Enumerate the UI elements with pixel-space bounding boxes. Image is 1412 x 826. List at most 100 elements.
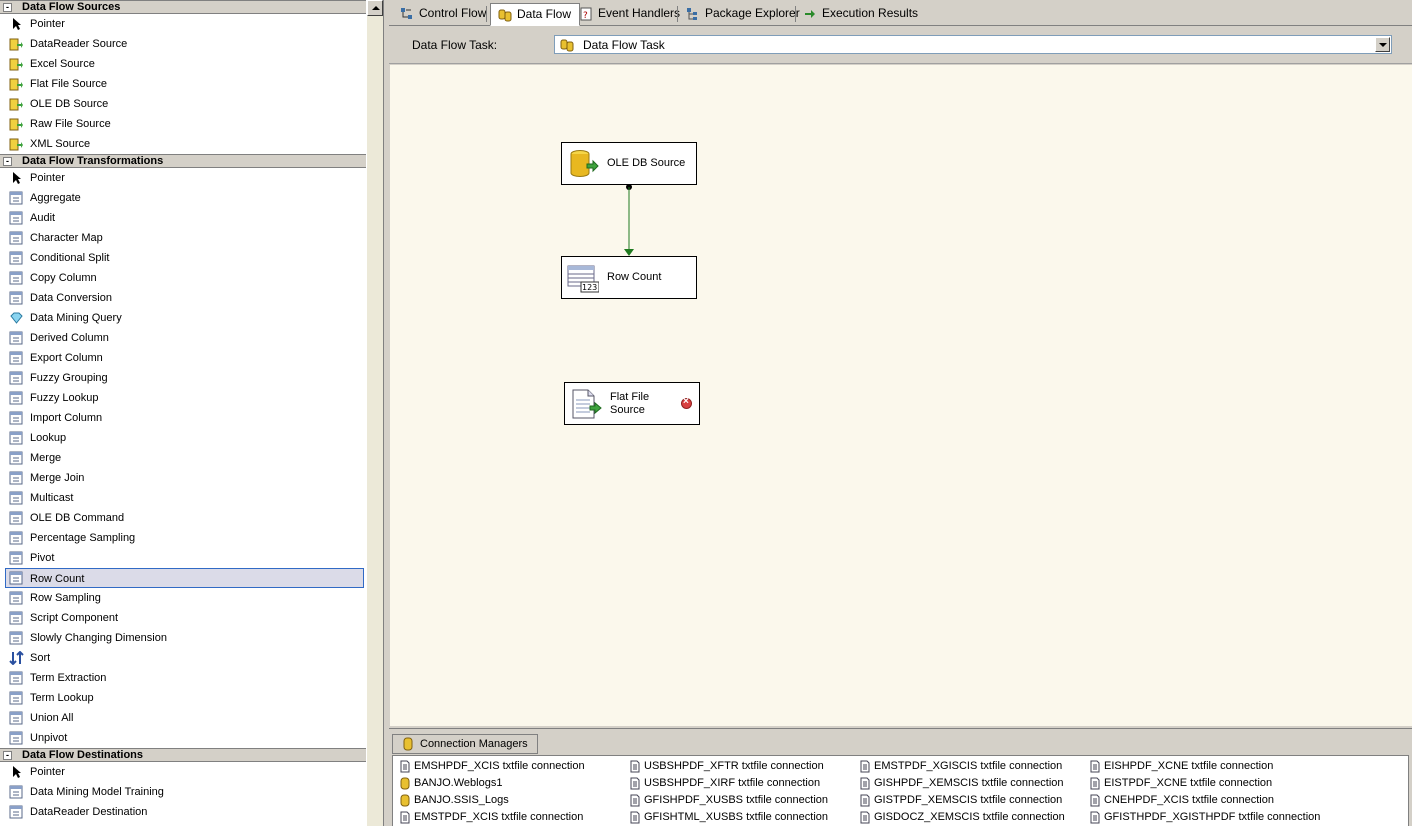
connection-managers-list[interactable]: EMSHPDF_XCIS txtfile connection BANJO.Web…: [392, 755, 1409, 826]
toolbox-item-slowly-changing-dimension[interactable]: Slowly Changing Dimension: [0, 628, 366, 648]
toolbox-item-term-extraction[interactable]: Term Extraction: [0, 668, 366, 688]
data-flow-task-value: Data Flow Task: [583, 38, 665, 52]
category-header-transformations[interactable]: - Data Flow Transformations: [0, 154, 366, 168]
component-label: Flat File Source: [610, 391, 650, 416]
chevron-down-icon[interactable]: [1375, 37, 1390, 52]
tab-event-handlers[interactable]: ? Event Handlers: [572, 3, 688, 25]
connection-manager-item[interactable]: BANJO.Weblogs1: [396, 775, 585, 792]
tab-execution-results[interactable]: Execution Results: [796, 3, 926, 25]
toolbox-item-excel-source[interactable]: Excel Source: [0, 54, 366, 74]
toolbox-item-row-count[interactable]: Row Count: [5, 568, 364, 588]
category-header-sources[interactable]: - Data Flow Sources: [0, 0, 366, 14]
toolbox-item-sort[interactable]: Sort: [0, 648, 366, 668]
path-connector[interactable]: [390, 65, 1412, 726]
tab-connection-managers[interactable]: Connection Managers: [392, 734, 538, 754]
connection-manager-item[interactable]: EMSTPDF_XGISCIS txtfile connection: [856, 758, 1065, 775]
toolbox-item-data-conversion[interactable]: Data Conversion: [0, 288, 366, 308]
toolbox-item-data-mining-query[interactable]: Data Mining Query: [0, 308, 366, 328]
connection-manager-item[interactable]: GISTPDF_XEMSCIS txtfile connection: [856, 792, 1065, 809]
toolbox-item-datareader-source[interactable]: DataReader Source: [0, 34, 366, 54]
toolbox-item-derived-column[interactable]: Derived Column: [0, 328, 366, 348]
connection-manager-label: USBSHPDF_XIRF txtfile connection: [644, 777, 821, 789]
category-label: Data Flow Destinations: [22, 749, 144, 761]
connection-manager-item[interactable]: BANJO.SSIS_Logs: [396, 792, 585, 809]
connection-manager-item[interactable]: EMSTPDF_XCIS txtfile connection: [396, 809, 585, 826]
connection-manager-item[interactable]: EMSHPDF_XCIS txtfile connection: [396, 758, 585, 775]
connection-manager-item[interactable]: GFISHPDF_XUSBS txtfile connection: [626, 792, 828, 809]
tab-control-flow[interactable]: Control Flow: [393, 3, 494, 25]
ole-db-source-component[interactable]: OLE DB Source: [561, 142, 697, 185]
data-flow-task-select[interactable]: Data Flow Task: [554, 35, 1392, 54]
ole-db-command-icon: [9, 511, 23, 525]
toolbox-item-flat-file-source[interactable]: Flat File Source: [0, 74, 366, 94]
connection-manager-label: USBSHPDF_XFTR txtfile connection: [644, 760, 824, 772]
collapse-icon[interactable]: -: [3, 3, 12, 12]
toolbox-item-export-column[interactable]: Export Column: [0, 348, 366, 368]
toolbox-item-xml-source[interactable]: XML Source: [0, 134, 366, 154]
toolbox-item-copy-column[interactable]: Copy Column: [0, 268, 366, 288]
tab-label: Data Flow: [517, 7, 572, 21]
toolbox-item-ole-db-command[interactable]: OLE DB Command: [0, 508, 366, 528]
connection-manager-item[interactable]: GISDOCZ_XEMSCIS txtfile connection: [856, 809, 1065, 826]
row-count-component[interactable]: 123 Row Count: [561, 256, 697, 299]
collapse-icon[interactable]: -: [3, 157, 12, 166]
toolbox-item-conditional-split[interactable]: Conditional Split: [0, 248, 366, 268]
database-connection-icon: [400, 794, 410, 807]
toolbox-item-row-sampling[interactable]: Row Sampling: [0, 588, 366, 608]
toolbox-item-data-mining-model-training[interactable]: Data Mining Model Training: [0, 782, 366, 802]
percentage-sampling-icon: [9, 531, 23, 545]
toolbox-item-pointer[interactable]: Pointer: [0, 762, 366, 782]
connection-manager-item[interactable]: EISHPDF_XCNE txtfile connection: [1086, 758, 1320, 775]
connection-manager-label: EISHPDF_XCNE txtfile connection: [1104, 760, 1274, 772]
toolbox-item-import-column[interactable]: Import Column: [0, 408, 366, 428]
connection-manager-label: CNEHPDF_XCIS txtfile connection: [1104, 794, 1274, 806]
toolbox-item-ole-db-source[interactable]: OLE DB Source: [0, 94, 366, 114]
toolbox-item-fuzzy-grouping[interactable]: Fuzzy Grouping: [0, 368, 366, 388]
tab-data-flow[interactable]: Data Flow: [490, 3, 581, 26]
error-icon[interactable]: [681, 396, 692, 409]
toolbox-item-multicast[interactable]: Multicast: [0, 488, 366, 508]
toolbox-item-percentage-sampling[interactable]: Percentage Sampling: [0, 528, 366, 548]
toolbox-item-character-map[interactable]: Character Map: [0, 228, 366, 248]
toolbox-item-label: Flat File Source: [30, 78, 108, 90]
toolbox-item-union-all[interactable]: Union All: [0, 708, 366, 728]
flat-file-source-component[interactable]: Flat File Source: [564, 382, 700, 425]
connection-manager-item[interactable]: EISTPDF_XCNE txtfile connection: [1086, 775, 1320, 792]
term-extraction-icon: [9, 671, 23, 685]
toolbox-scrollbar[interactable]: [366, 0, 383, 826]
tab-label: Event Handlers: [598, 6, 681, 20]
scroll-up-icon[interactable]: [367, 0, 383, 16]
toolbox-item-datareader-destination[interactable]: DataReader Destination: [0, 802, 366, 822]
tab-package-explorer[interactable]: Package Explorer: [679, 3, 808, 25]
flat-file-connection-icon: [630, 794, 640, 807]
toolbox-item-pivot[interactable]: Pivot: [0, 548, 366, 568]
toolbox-item-merge[interactable]: Merge: [0, 448, 366, 468]
toolbox-item-pointer[interactable]: Pointer: [0, 168, 366, 188]
toolbox-item-fuzzy-lookup[interactable]: Fuzzy Lookup: [0, 388, 366, 408]
toolbox-item-script-component[interactable]: Script Component: [0, 608, 366, 628]
data-mining-model-training-icon: [9, 785, 23, 799]
toolbox-item-audit[interactable]: Audit: [0, 208, 366, 228]
toolbox-item-merge-join[interactable]: Merge Join: [0, 468, 366, 488]
design-canvas[interactable]: OLE DB Source 123 Row Count Flat File So…: [390, 65, 1412, 726]
toolbox-item-unpivot[interactable]: Unpivot: [0, 728, 366, 748]
event-handlers-icon: ?: [580, 7, 592, 21]
category-header-destinations[interactable]: - Data Flow Destinations: [0, 748, 366, 762]
connection-manager-item[interactable]: USBSHPDF_XFTR txtfile connection: [626, 758, 828, 775]
toolbox-item-term-lookup[interactable]: Term Lookup: [0, 688, 366, 708]
toolbox-item-raw-file-source[interactable]: Raw File Source: [0, 114, 366, 134]
connection-manager-item[interactable]: GFISTHPDF_XGISTHPDF txtfile connection: [1086, 809, 1320, 826]
collapse-icon[interactable]: -: [3, 751, 12, 760]
connection-manager-item[interactable]: GISHPDF_XEMSCIS txtfile connection: [856, 775, 1065, 792]
connection-manager-item[interactable]: CNEHPDF_XCIS txtfile connection: [1086, 792, 1320, 809]
toolbox-item-label: DataReader Destination: [30, 806, 148, 818]
toolbox-item-lookup[interactable]: Lookup: [0, 428, 366, 448]
toolbox-item-aggregate[interactable]: Aggregate: [0, 188, 366, 208]
connection-manager-label: BANJO.Weblogs1: [414, 777, 503, 789]
connection-manager-label: EMSHPDF_XCIS txtfile connection: [414, 760, 585, 772]
connection-manager-item[interactable]: GFISHTML_XUSBS txtfile connection: [626, 809, 828, 826]
component-label: Row Count: [607, 271, 662, 283]
character-map-icon: [9, 231, 23, 245]
connection-manager-item[interactable]: USBSHPDF_XIRF txtfile connection: [626, 775, 828, 792]
toolbox-item-pointer[interactable]: Pointer: [0, 14, 366, 34]
